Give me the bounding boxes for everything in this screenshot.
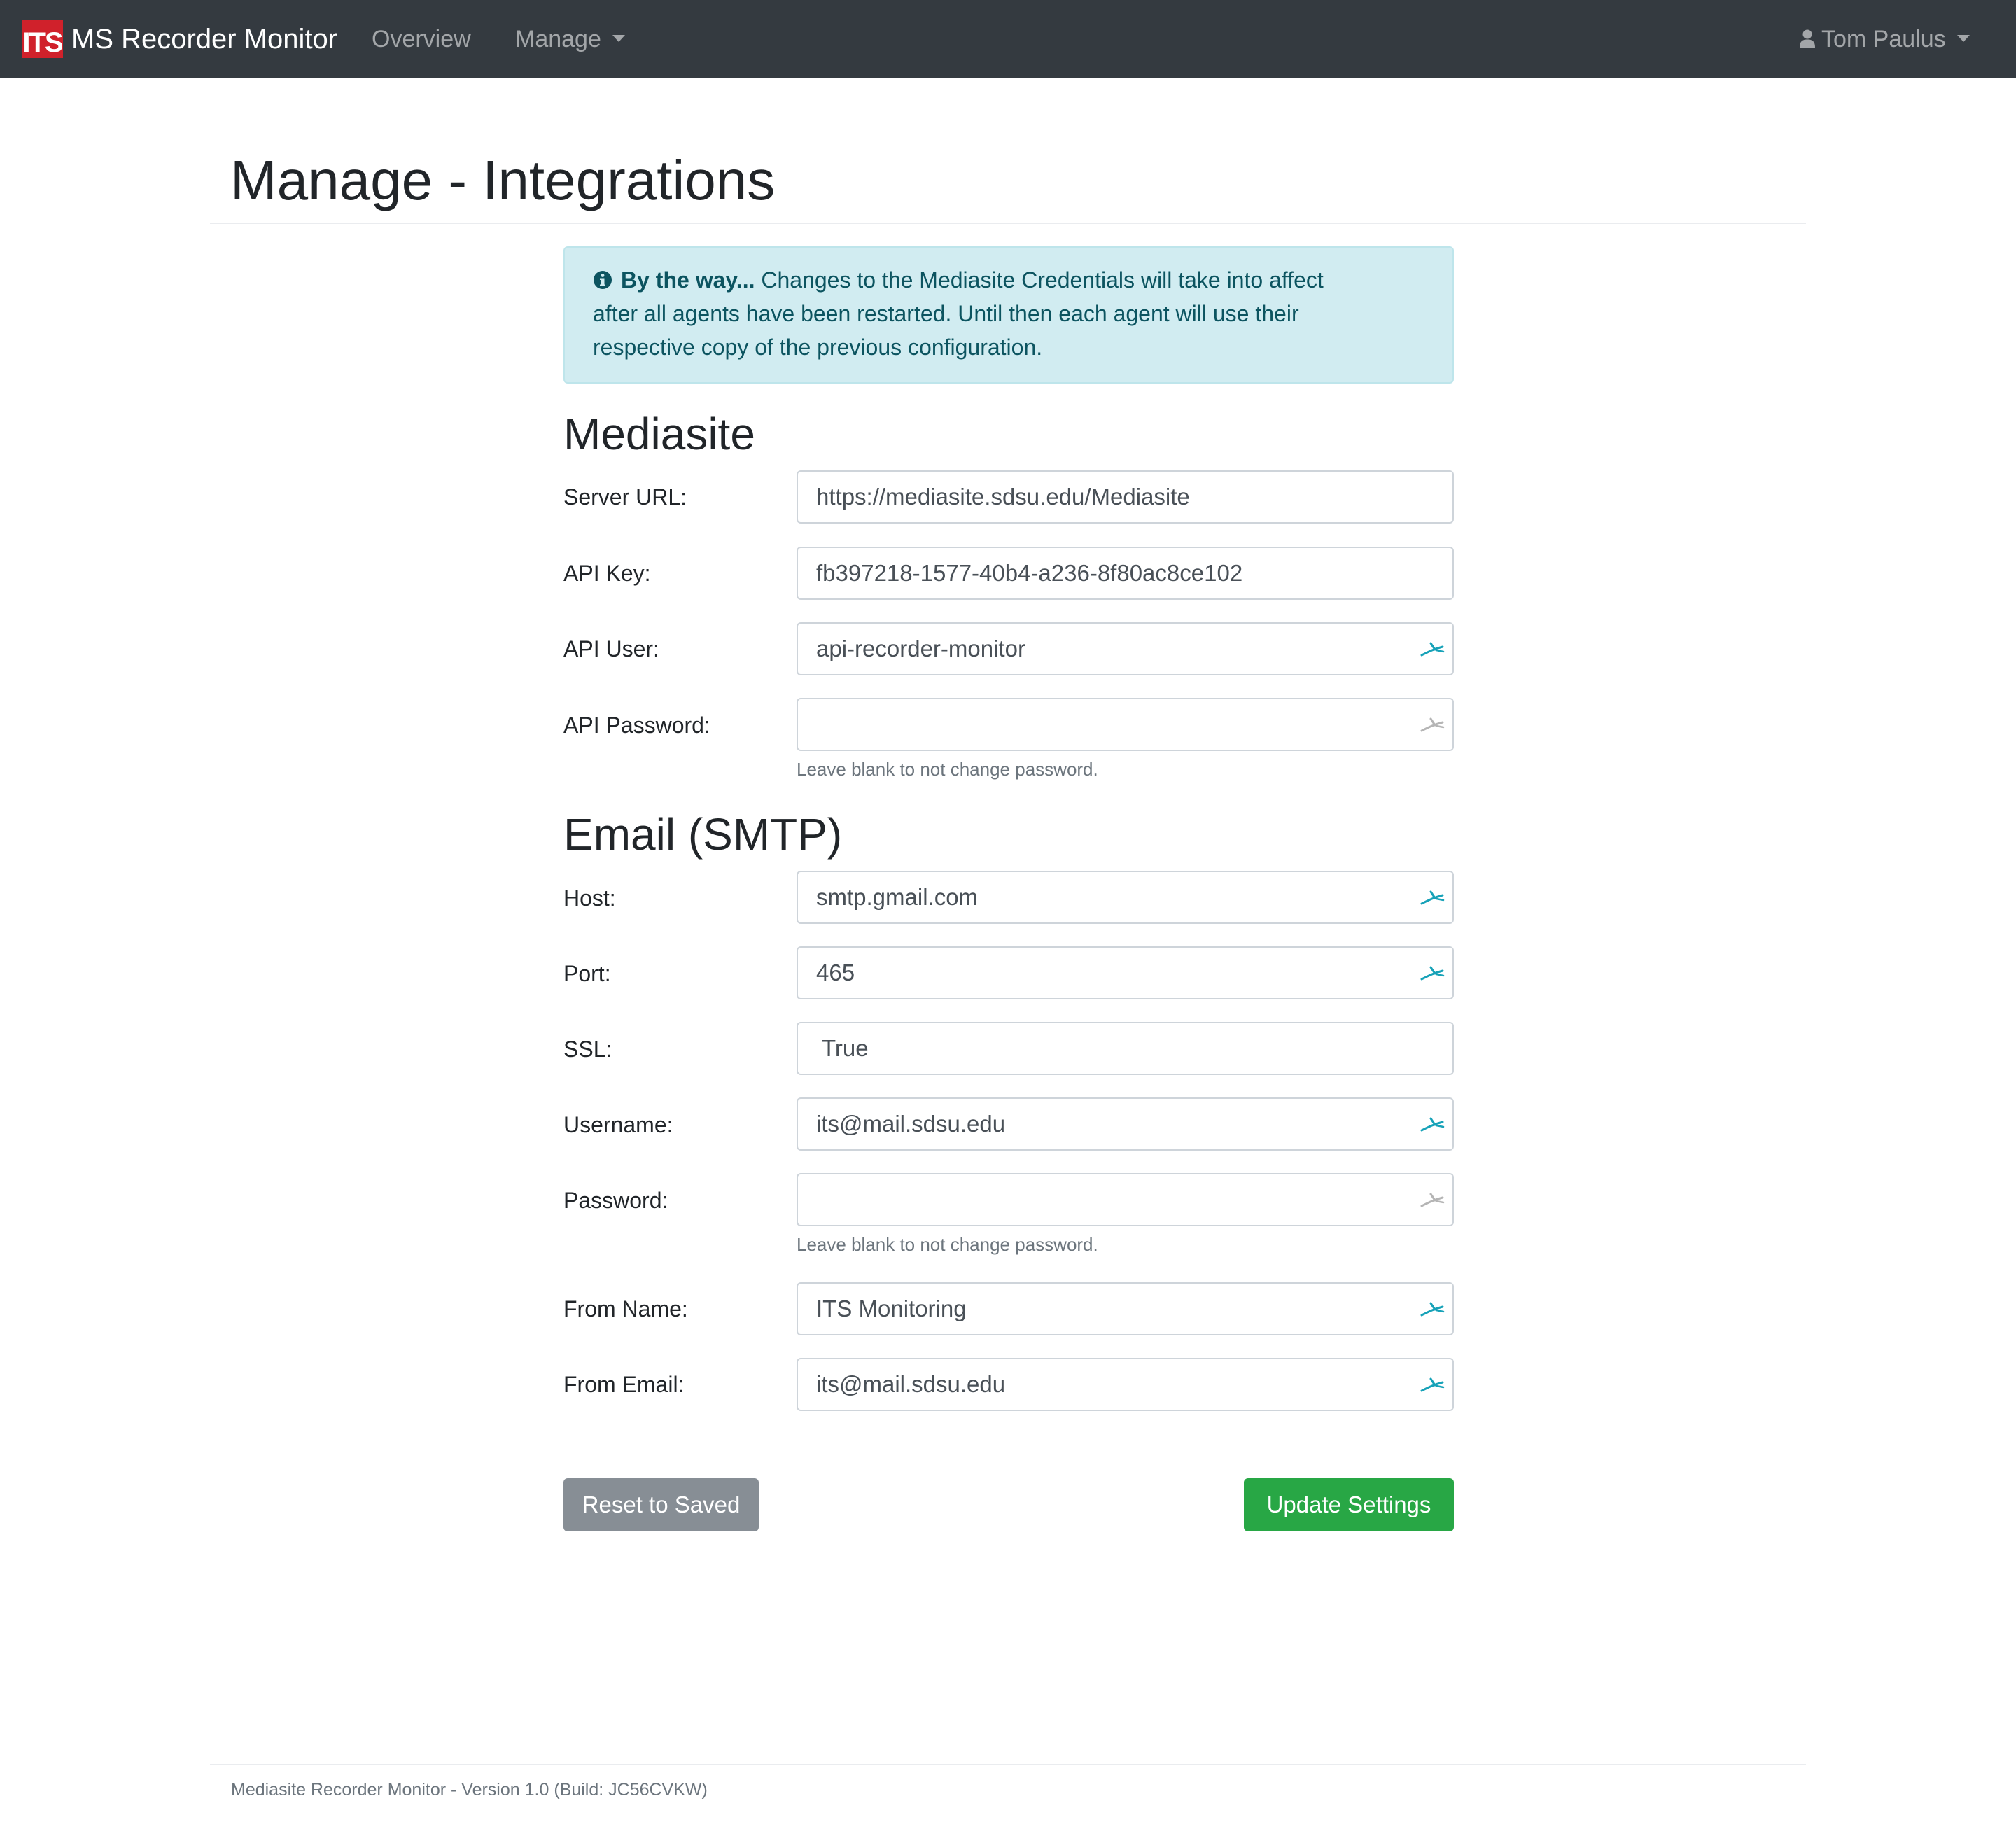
update-settings-button[interactable]: Update Settings [1244,1478,1454,1531]
autofill-key-icon[interactable] [1419,713,1447,736]
divider [210,223,1806,224]
reset-to-saved-button[interactable]: Reset to Saved [564,1478,759,1531]
divider [210,1764,1806,1765]
host-label: Host: [564,885,616,911]
autofill-key-icon[interactable] [1419,1113,1447,1135]
from-email-label: From Email: [564,1372,685,1397]
autofill-key-icon[interactable] [1419,886,1447,909]
user-menu[interactable]: Tom Paulus [1799,21,1970,57]
alert-text-1: Changes to the Mediasite Credentials wil… [761,267,1324,293]
alert-heading: By the way... [621,267,755,293]
ssl-label: SSL: [564,1037,612,1062]
from-email-input[interactable]: its@mail.sdsu.edu [797,1358,1454,1411]
ssl-select[interactable]: True [797,1022,1454,1075]
alert-text-2: after all agents have been restarted. Un… [593,301,1299,326]
username-value: its@mail.sdsu.edu [816,1111,1006,1137]
api-key-input[interactable]: fb397218-1577-40b4-a236-8f80ac8ce102 [797,547,1454,600]
its-logo[interactable]: ITS [22,20,64,58]
nav-manage-label: Manage [515,26,601,52]
section-title-mediasite: Mediasite [564,409,755,459]
port-input[interactable]: 465 [797,946,1454,999]
nav-manage-dropdown[interactable]: Manage [515,21,625,57]
password-label: Password: [564,1188,668,1213]
api-password-help: Leave blank to not change password. [797,759,1098,780]
ssl-value: True [822,1035,869,1061]
from-name-label: From Name: [564,1296,688,1321]
autofill-key-icon[interactable] [1419,638,1447,660]
api-user-input[interactable]: api-recorder-monitor [797,622,1454,675]
from-email-value: its@mail.sdsu.edu [816,1371,1006,1397]
api-user-value: api-recorder-monitor [816,636,1026,661]
alert-line-1: By the way... Changes to the Mediasite C… [593,263,1424,297]
from-name-input[interactable]: ITS Monitoring [797,1282,1454,1335]
from-name-value: ITS Monitoring [816,1296,967,1321]
password-help: Leave blank to not change password. [797,1234,1098,1255]
server-url-value: https://mediasite.sdsu.edu/Mediasite [816,484,1190,510]
api-key-label: API Key: [564,561,651,586]
username-input[interactable]: its@mail.sdsu.edu [797,1097,1454,1151]
nav-overview[interactable]: Overview [372,21,471,57]
user-name: Tom Paulus [1821,26,1946,52]
password-input[interactable] [797,1173,1454,1226]
brand-title[interactable]: MS Recorder Monitor [71,20,337,59]
autofill-key-icon[interactable] [1419,962,1447,984]
footer-version: Mediasite Recorder Monitor - Version 1.0… [231,1780,708,1800]
chevron-down-icon [1956,35,1970,43]
info-circle-icon [594,270,612,289]
navbar: ITS MS Recorder Monitor Overview Manage … [0,0,2016,78]
api-password-label: API Password: [564,713,710,738]
server-url-label: Server URL: [564,484,687,510]
api-password-input[interactable] [797,698,1454,751]
page-title: Manage - Integrations [230,149,776,211]
port-value: 465 [816,960,855,985]
autofill-key-icon[interactable] [1419,1373,1447,1396]
host-input[interactable]: smtp.gmail.com [797,871,1454,924]
server-url-input[interactable]: https://mediasite.sdsu.edu/Mediasite [797,470,1454,524]
autofill-key-icon[interactable] [1419,1188,1447,1211]
port-label: Port: [564,961,611,986]
autofill-key-icon[interactable] [1419,1298,1447,1320]
chevron-down-icon [612,35,625,43]
alert-text-3: respective copy of the previous configur… [593,335,1043,360]
api-key-value: fb397218-1577-40b4-a236-8f80ac8ce102 [816,560,1243,586]
api-user-label: API User: [564,636,659,661]
host-value: smtp.gmail.com [816,884,979,910]
user-icon [1800,29,1815,48]
username-label: Username: [564,1112,673,1137]
info-alert: By the way... Changes to the Mediasite C… [564,246,1454,384]
section-title-smtp: Email (SMTP) [564,809,843,860]
